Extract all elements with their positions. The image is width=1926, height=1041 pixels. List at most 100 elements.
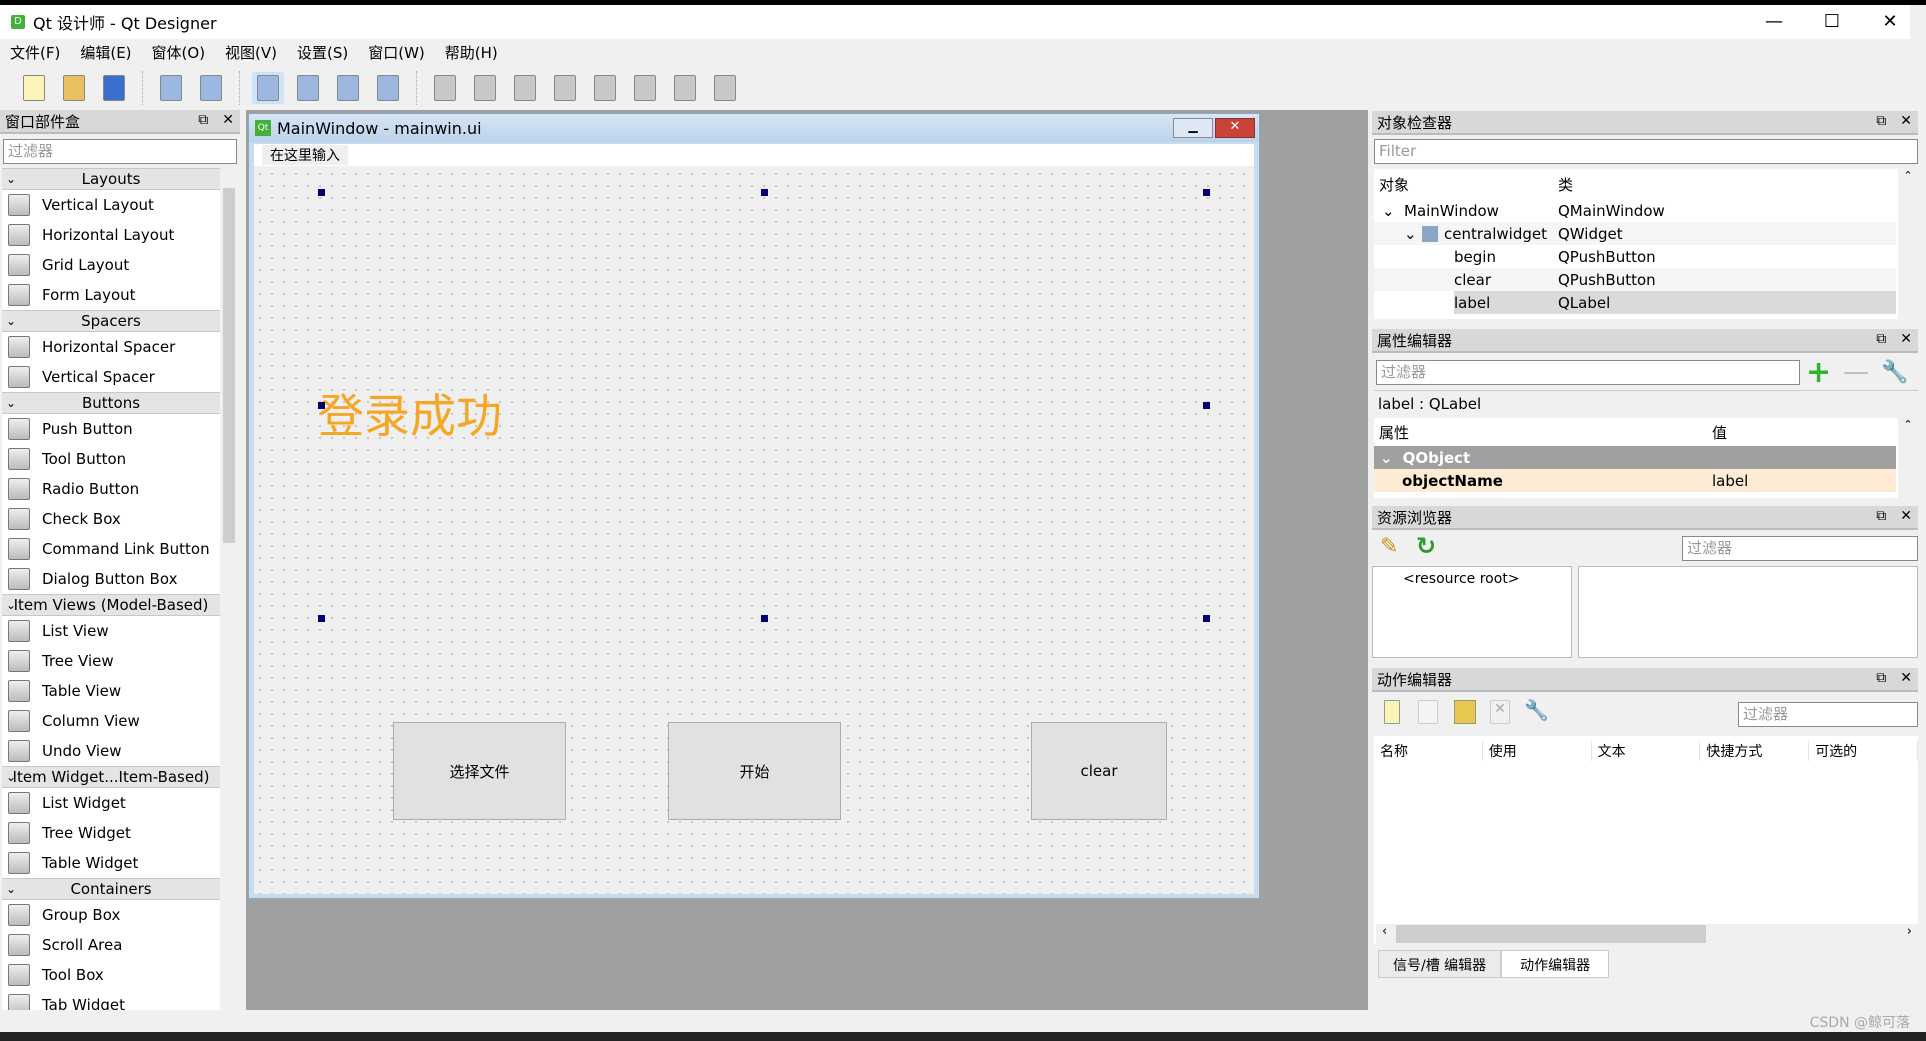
- tab-signal-slot-editor[interactable]: 信号/槽 编辑器: [1378, 950, 1502, 978]
- action-column-header[interactable]: 可选的: [1809, 741, 1918, 761]
- edit-tab-order-icon[interactable]: [372, 72, 404, 104]
- select-file-button[interactable]: 选择文件: [393, 722, 566, 820]
- menu-form[interactable]: 窗体(O): [152, 42, 206, 63]
- label-login-success[interactable]: 登录成功: [318, 380, 502, 446]
- float-icon[interactable]: ⧉: [1876, 113, 1886, 129]
- adjust-size-icon[interactable]: [709, 72, 741, 104]
- widget-item[interactable]: Tool Button: [2, 444, 220, 474]
- close-icon[interactable]: ✕: [1900, 113, 1912, 129]
- new-icon[interactable]: [18, 72, 50, 104]
- menu-settings[interactable]: 设置(S): [297, 42, 348, 63]
- selection-handle[interactable]: [318, 189, 325, 196]
- selection-handle[interactable]: [761, 615, 768, 622]
- float-icon[interactable]: ⧉: [1876, 508, 1886, 524]
- object-name-value[interactable]: label: [1712, 472, 1748, 490]
- widget-item[interactable]: List View: [2, 616, 220, 646]
- widget-item[interactable]: Tool Box: [2, 960, 220, 990]
- reload-icon[interactable]: ↻: [1416, 532, 1436, 560]
- new-action-icon[interactable]: [1384, 700, 1400, 724]
- widget-item[interactable]: Vertical Layout: [2, 190, 220, 220]
- object-tree-row[interactable]: clear QPushButton: [1374, 268, 1896, 291]
- remove-property-icon[interactable]: —: [1843, 357, 1869, 387]
- property-filter-input[interactable]: 过滤器: [1376, 359, 1800, 385]
- close-button[interactable]: ✕: [1861, 5, 1919, 39]
- widget-category[interactable]: ⌄ Containers: [2, 878, 220, 900]
- widget-item[interactable]: Vertical Spacer: [2, 362, 220, 392]
- layout-form-icon[interactable]: [629, 72, 661, 104]
- clear-button[interactable]: clear: [1031, 722, 1167, 820]
- widget-item[interactable]: Radio Button: [2, 474, 220, 504]
- central-widget[interactable]: 在这里输入 登录成功 选择文件 开始 clear: [254, 144, 1254, 894]
- scrollbar-thumb[interactable]: [223, 188, 235, 543]
- bring-to-front-icon[interactable]: [155, 72, 187, 104]
- widget-category[interactable]: ⌄ Buttons: [2, 392, 220, 414]
- menu-view[interactable]: 视图(V): [225, 42, 277, 63]
- close-icon[interactable]: ✕: [1900, 670, 1912, 686]
- maximize-button[interactable]: ☐: [1803, 5, 1861, 39]
- widget-item[interactable]: Dialog Button Box: [2, 564, 220, 594]
- object-name-property[interactable]: objectName: [1374, 472, 1712, 490]
- widget-item[interactable]: Check Box: [2, 504, 220, 534]
- paste-action-icon[interactable]: [1454, 700, 1476, 724]
- save-icon[interactable]: [98, 72, 130, 104]
- tab-action-editor[interactable]: 动作编辑器: [1501, 950, 1610, 978]
- widget-item[interactable]: Column View: [2, 706, 220, 736]
- qobject-group[interactable]: QObject: [1403, 449, 1471, 467]
- widget-item[interactable]: Horizontal Spacer: [2, 332, 220, 362]
- property-scrollbar[interactable]: ⌃: [1898, 418, 1918, 498]
- minimize-button[interactable]: —: [1745, 5, 1803, 39]
- open-icon[interactable]: [58, 72, 90, 104]
- close-icon[interactable]: ✕: [222, 112, 234, 128]
- layout-horizontal-icon[interactable]: [429, 72, 461, 104]
- widget-item[interactable]: Tree View: [2, 646, 220, 676]
- form-minimize-button[interactable]: ▁: [1173, 118, 1213, 138]
- widget-item[interactable]: Table Widget: [2, 848, 220, 878]
- widget-item[interactable]: Undo View: [2, 736, 220, 766]
- close-icon[interactable]: ✕: [1900, 331, 1912, 347]
- type-here-menu[interactable]: 在这里输入: [262, 145, 348, 165]
- send-to-back-icon[interactable]: [195, 72, 227, 104]
- action-table-hscrollbar[interactable]: ‹ ›: [1376, 924, 1920, 944]
- close-icon[interactable]: ✕: [1900, 508, 1912, 524]
- break-layout-icon[interactable]: [669, 72, 701, 104]
- selection-handle[interactable]: [1203, 189, 1210, 196]
- widget-item[interactable]: Command Link Button: [2, 534, 220, 564]
- widget-item[interactable]: Tab Widget: [2, 990, 220, 1010]
- col-value-header[interactable]: 值: [1712, 422, 1727, 443]
- col-class-header[interactable]: 类: [1558, 174, 1573, 195]
- col-property-header[interactable]: 属性: [1374, 422, 1712, 443]
- resource-filter-input[interactable]: 过滤器: [1682, 536, 1918, 561]
- selection-handle[interactable]: [761, 189, 768, 196]
- edit-signals-slots-icon[interactable]: [292, 72, 324, 104]
- copy-action-icon[interactable]: [1418, 700, 1438, 724]
- menu-file[interactable]: 文件(F): [10, 42, 60, 63]
- layout-vertical-icon[interactable]: [469, 72, 501, 104]
- object-tree-scrollbar[interactable]: ⌃: [1898, 169, 1918, 319]
- edit-widgets-icon[interactable]: [252, 72, 284, 104]
- widget-category[interactable]: ⌄ Layouts: [2, 168, 220, 190]
- action-column-header[interactable]: 快捷方式: [1700, 741, 1810, 761]
- widget-list-scrollbar[interactable]: [220, 168, 238, 1010]
- edit-resources-icon[interactable]: ✎: [1380, 534, 1398, 559]
- menu-edit[interactable]: 编辑(E): [80, 42, 131, 63]
- object-tree-row[interactable]: ⌄ centralwidget QWidget: [1374, 222, 1896, 245]
- object-tree-row[interactable]: begin QPushButton: [1374, 245, 1896, 268]
- widget-item[interactable]: Tree Widget: [2, 818, 220, 848]
- resource-tree[interactable]: <resource root>: [1372, 566, 1572, 658]
- action-filter-input[interactable]: 过滤器: [1738, 702, 1918, 727]
- selection-handle[interactable]: [318, 615, 325, 622]
- menu-help[interactable]: 帮助(H): [445, 42, 498, 63]
- layout-h-splitter-icon[interactable]: [509, 72, 541, 104]
- widget-item[interactable]: Table View: [2, 676, 220, 706]
- selection-handle[interactable]: [1203, 402, 1210, 409]
- col-object-header[interactable]: 对象: [1374, 174, 1558, 195]
- begin-button[interactable]: 开始: [668, 722, 841, 820]
- object-tree-row[interactable]: ⌄ MainWindow QMainWindow: [1374, 199, 1896, 222]
- widget-item[interactable]: Form Layout: [2, 280, 220, 310]
- widget-item[interactable]: Scroll Area: [2, 930, 220, 960]
- selection-handle[interactable]: [1203, 615, 1210, 622]
- widget-category[interactable]: ⌄ Item Widget...Item-Based): [2, 766, 220, 788]
- widget-category[interactable]: ⌄ Item Views (Model-Based): [2, 594, 220, 616]
- float-icon[interactable]: ⧉: [1876, 331, 1886, 347]
- layout-v-splitter-icon[interactable]: [549, 72, 581, 104]
